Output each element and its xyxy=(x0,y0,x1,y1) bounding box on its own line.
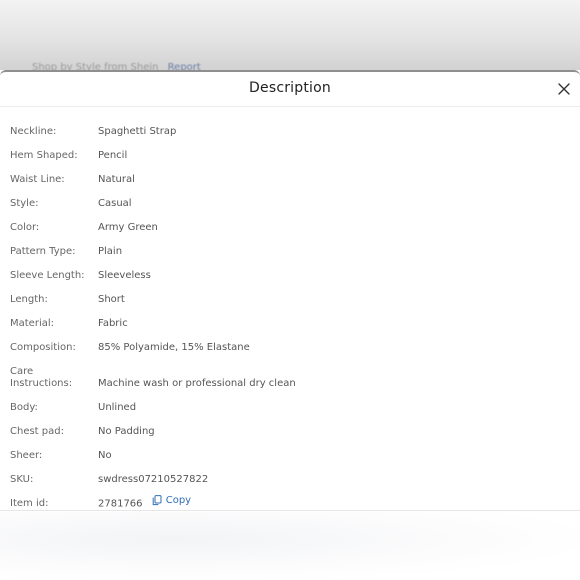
spec-label: Pattern Type: xyxy=(10,246,76,257)
spec-row-style: Style: Casual xyxy=(0,192,580,216)
spec-value: Fabric xyxy=(98,318,128,329)
spec-row-sheer: Sheer: No xyxy=(0,444,580,468)
spec-label: SKU: xyxy=(10,474,34,485)
close-button[interactable] xyxy=(557,81,571,95)
spec-label: Sheer: xyxy=(10,450,43,461)
spec-value-item-id: 2781766 Copy xyxy=(98,495,191,511)
spec-value: No xyxy=(98,450,112,461)
spec-row-hem-shaped: Hem Shaped: Pencil xyxy=(0,144,580,168)
spec-row-care-instructions: Care Instructions: Machine wash or profe… xyxy=(0,360,580,396)
spec-row-neckline: Neckline: Spaghetti Strap xyxy=(0,120,580,144)
copy-label: Copy xyxy=(165,494,192,506)
spec-row-chest-pad: Chest pad: No Padding xyxy=(0,420,580,444)
spec-value: Army Green xyxy=(98,222,158,233)
spec-label: Style: xyxy=(10,198,39,209)
spec-label: Sleeve Length: xyxy=(10,270,85,281)
spec-label: Body: xyxy=(10,402,38,413)
backdrop-bottom xyxy=(0,512,580,580)
spec-row-color: Color: Army Green xyxy=(0,216,580,240)
spec-label: Care Instructions: xyxy=(10,366,73,389)
spec-row-sleeve-length: Sleeve Length: Sleeveless xyxy=(0,264,580,288)
spec-value: Short xyxy=(98,294,125,305)
spec-row-pattern-type: Pattern Type: Plain xyxy=(0,240,580,264)
peek-text: Shop by Style from Shein xyxy=(32,62,159,70)
spec-label: Hem Shaped: xyxy=(10,150,78,161)
spec-label: Material: xyxy=(10,318,54,329)
spec-list: Neckline: Spaghetti Strap Hem Shaped: Pe… xyxy=(0,120,580,516)
spec-value: Spaghetti Strap xyxy=(98,126,177,137)
spec-value: Pencil xyxy=(98,150,128,161)
spec-value: Plain xyxy=(98,246,123,257)
spec-value: Unlined xyxy=(98,402,137,413)
spec-row-body: Body: Unlined xyxy=(0,396,580,420)
backdrop-peek: Shop by Style from Shein Report xyxy=(32,62,201,70)
spec-value: swdress07210527822 xyxy=(98,474,209,485)
spec-value: Machine wash or professional dry clean xyxy=(98,378,296,389)
item-id-value: 2781766 xyxy=(98,498,143,509)
spec-label: Color: xyxy=(10,222,40,233)
spec-label: Chest pad: xyxy=(10,426,64,437)
backdrop-top: Shop by Style from Shein Report xyxy=(0,0,580,70)
sheet-title: Description xyxy=(249,80,331,96)
spec-label: Length: xyxy=(10,294,48,305)
copy-button[interactable]: Copy xyxy=(152,495,191,507)
spec-label: Composition: xyxy=(10,342,76,353)
copy-icon xyxy=(152,495,162,506)
spec-value: Casual xyxy=(98,198,132,209)
peek-report-link: Report xyxy=(167,62,201,70)
spec-row-length: Length: Short xyxy=(0,288,580,312)
spec-row-sku: SKU: swdress07210527822 xyxy=(0,468,580,492)
description-sheet: Description Neckline: Spaghetti Strap He… xyxy=(0,70,580,511)
spec-value: Sleeveless xyxy=(98,270,151,281)
spec-label: Item id: xyxy=(10,498,49,509)
spec-label: Neckline: xyxy=(10,126,57,137)
close-icon xyxy=(558,83,570,95)
spec-row-composition: Composition: 85% Polyamide, 15% Elastane xyxy=(0,336,580,360)
spec-row-material: Material: Fabric xyxy=(0,312,580,336)
spec-value: 85% Polyamide, 15% Elastane xyxy=(98,342,250,353)
spec-value: Natural xyxy=(98,174,135,185)
spec-row-waist-line: Waist Line: Natural xyxy=(0,168,580,192)
spec-label: Waist Line: xyxy=(10,174,65,185)
sheet-header: Description xyxy=(0,72,580,107)
spec-value: No Padding xyxy=(98,426,155,437)
